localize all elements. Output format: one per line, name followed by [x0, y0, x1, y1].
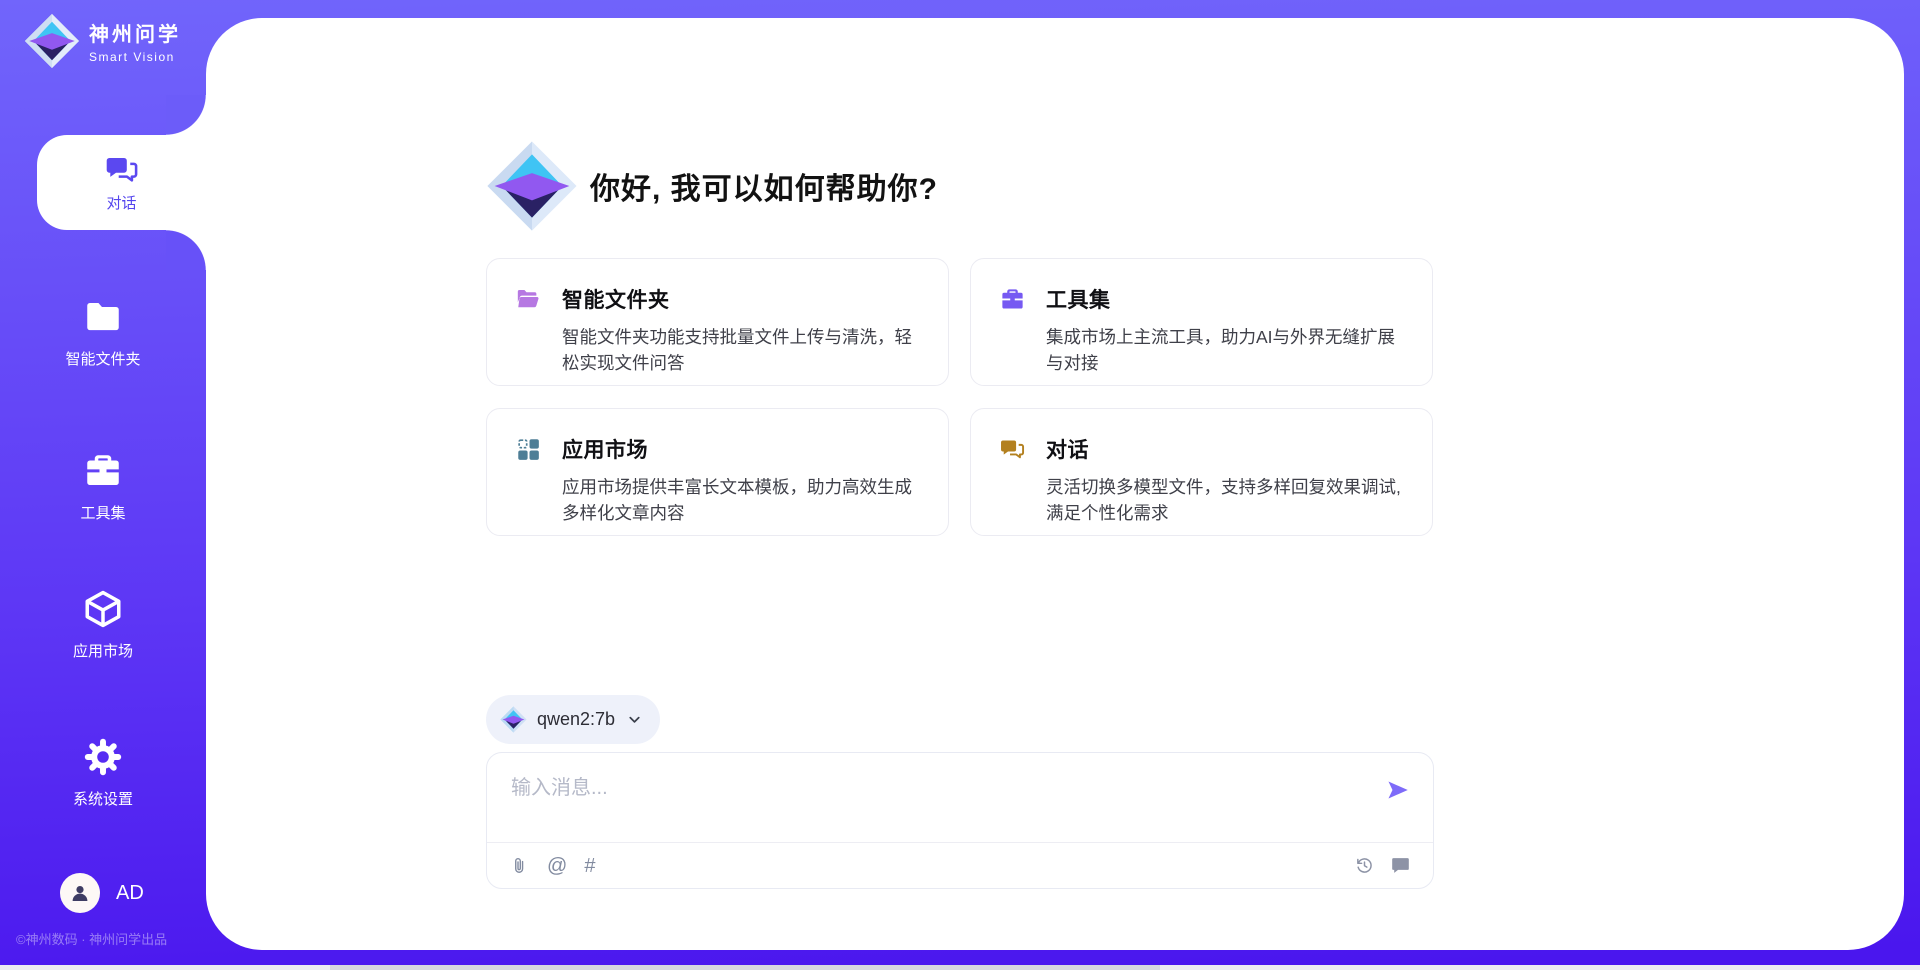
card-description: 智能文件夹功能支持批量文件上传与清洗，轻松实现文件问答	[562, 324, 920, 377]
composer: @ #	[486, 752, 1434, 889]
active-tab-bottom-fillet	[166, 230, 206, 270]
sidebar-item-app-market[interactable]: 应用市场	[0, 588, 206, 661]
brand-diamond-icon	[486, 140, 578, 232]
card-header: 应用市场	[515, 434, 920, 464]
folder-open-icon	[515, 286, 542, 313]
content-column: 你好, 我可以如何帮助你? 智能文件夹 智能文件夹功能支持批量文件上传与清洗，轻…	[486, 0, 1434, 970]
chat-bubble-icon	[1390, 855, 1411, 876]
sidebar-item-label: 应用市场	[0, 640, 206, 661]
app-logo: 神州问学 Smart Vision	[24, 13, 181, 69]
card-title: 应用市场	[562, 434, 648, 464]
feature-cards: 智能文件夹 智能文件夹功能支持批量文件上传与清洗，轻松实现文件问答 工具集 集成…	[486, 258, 1434, 536]
chat-icon	[999, 436, 1026, 463]
send-button[interactable]	[1385, 777, 1411, 803]
card-header: 智能文件夹	[515, 284, 920, 314]
card-title: 智能文件夹	[562, 284, 670, 314]
sidebar-item-label: 工具集	[0, 502, 206, 523]
user-chip[interactable]: AD	[60, 873, 144, 913]
person-icon	[68, 881, 92, 905]
model-name: qwen2:7b	[537, 709, 615, 730]
card-header: 对话	[999, 434, 1404, 464]
at-icon: @	[547, 856, 567, 876]
sidebar-item-toolset[interactable]: 工具集	[0, 450, 206, 523]
toolbox-icon	[82, 450, 124, 492]
card-smart-folder[interactable]: 智能文件夹 智能文件夹功能支持批量文件上传与清洗，轻松实现文件问答	[486, 258, 949, 386]
gear-icon	[82, 736, 124, 778]
history-button[interactable]	[1354, 855, 1375, 876]
app-grid-icon	[515, 436, 542, 463]
brand-name-en: Smart Vision	[89, 50, 181, 64]
horizontal-scrollbar-thumb[interactable]	[330, 965, 1160, 970]
user-name: AD	[116, 882, 144, 905]
topic-button[interactable]: #	[584, 856, 595, 876]
card-app-market[interactable]: 应用市场 应用市场提供丰富长文本模板，助力高效生成多样化文章内容	[486, 408, 949, 536]
active-tab-top-fillet	[166, 95, 206, 135]
composer-toolbar: @ #	[487, 842, 1433, 888]
card-chat[interactable]: 对话 灵活切换多模型文件，支持多样回复效果调试, 满足个性化需求	[970, 408, 1433, 536]
cube-icon	[82, 588, 124, 630]
sidebar-item-settings[interactable]: 系统设置	[0, 736, 206, 809]
chevron-down-icon	[627, 712, 642, 727]
greeting: 你好, 我可以如何帮助你?	[486, 140, 938, 232]
new-chat-button[interactable]	[1390, 855, 1411, 876]
paperclip-icon	[509, 855, 530, 876]
avatar	[60, 873, 100, 913]
sidebar: 神州问学 Smart Vision 对话 智能文件夹 工具集 应用市场	[0, 0, 206, 970]
sidebar-item-chat[interactable]: 对话	[37, 135, 206, 230]
card-title: 对话	[1046, 434, 1089, 464]
model-selector[interactable]: qwen2:7b	[486, 695, 660, 744]
history-icon	[1354, 855, 1375, 876]
send-icon	[1385, 777, 1411, 803]
card-description: 灵活切换多模型文件，支持多样回复效果调试, 满足个性化需求	[1046, 474, 1404, 527]
copyright-text: ©神州数码 · 神州问学出品	[16, 929, 167, 948]
sidebar-item-smart-folder[interactable]: 智能文件夹	[0, 296, 206, 369]
greeting-text: 你好, 我可以如何帮助你?	[590, 164, 938, 208]
folder-icon	[82, 296, 124, 338]
chat-icon	[104, 152, 140, 188]
card-header: 工具集	[999, 284, 1404, 314]
brand-diamond-icon	[24, 13, 80, 69]
brand-diamond-icon	[500, 706, 527, 733]
mention-button[interactable]: @	[547, 856, 567, 876]
card-description: 集成市场上主流工具，助力AI与外界无缝扩展与对接	[1046, 324, 1404, 377]
hash-icon: #	[584, 856, 595, 876]
sidebar-item-label: 系统设置	[0, 788, 206, 809]
composer-toolbar-right	[1354, 855, 1411, 876]
attach-file-button[interactable]	[509, 855, 530, 876]
sidebar-item-label: 智能文件夹	[0, 348, 206, 369]
card-title: 工具集	[1046, 284, 1111, 314]
sidebar-item-label: 对话	[106, 192, 136, 213]
card-toolset[interactable]: 工具集 集成市场上主流工具，助力AI与外界无缝扩展与对接	[970, 258, 1433, 386]
brand-name-cn: 神州问学	[89, 18, 181, 47]
message-input[interactable]	[511, 771, 1371, 833]
card-description: 应用市场提供丰富长文本模板，助力高效生成多样化文章内容	[562, 474, 920, 527]
toolbox-icon	[999, 286, 1026, 313]
brand-text: 神州问学 Smart Vision	[89, 18, 181, 64]
